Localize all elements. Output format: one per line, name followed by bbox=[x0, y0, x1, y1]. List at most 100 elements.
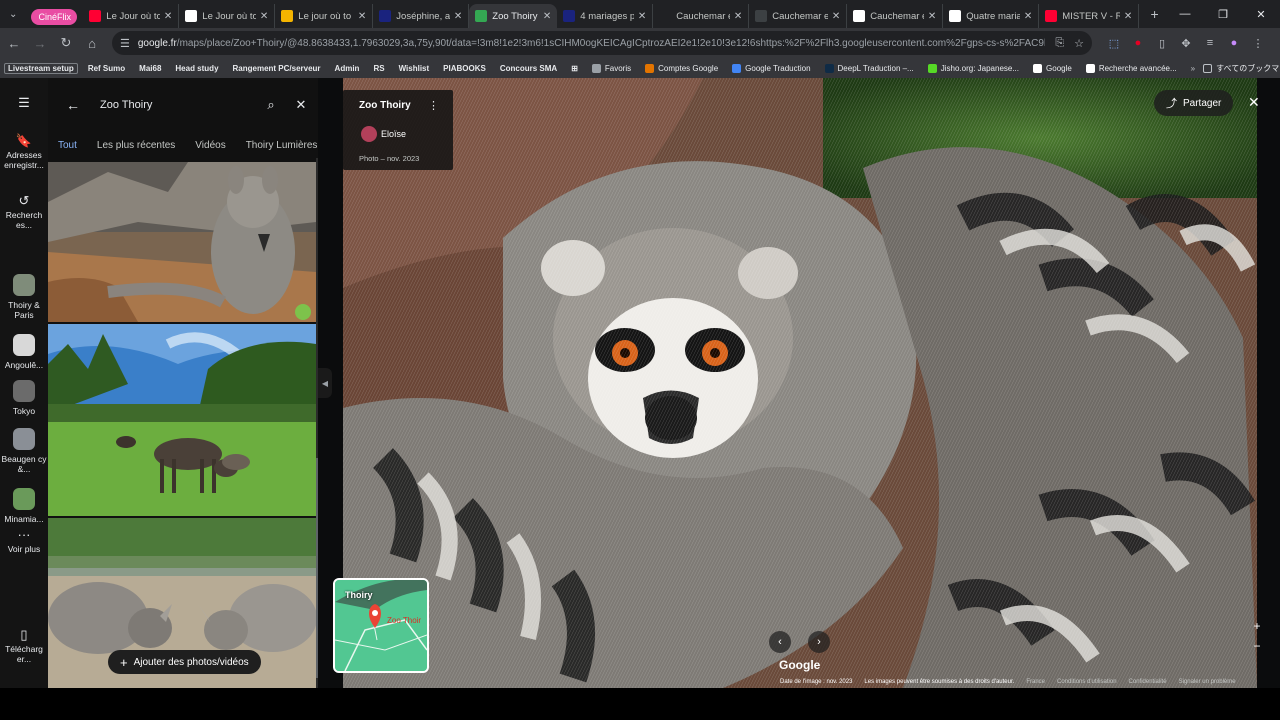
browser-tab[interactable]: 4 mariages po ✕ bbox=[557, 4, 654, 28]
install-app-icon[interactable]: ⎘ bbox=[1055, 37, 1064, 50]
close-tab-icon[interactable]: ✕ bbox=[638, 11, 646, 22]
rail-item[interactable]: Tokyo bbox=[0, 380, 48, 416]
bookmark-item[interactable]: Livestream setup bbox=[4, 62, 78, 74]
all-bookmarks-folder[interactable]: » すべてのブックマーク bbox=[1187, 62, 1280, 75]
close-tab-icon[interactable]: ✕ bbox=[1024, 11, 1032, 22]
bookmark-item[interactable]: Head study bbox=[171, 63, 222, 74]
browser-tab[interactable]: Zoo Thoiry - G ✕ bbox=[469, 4, 558, 28]
minimize-icon[interactable]: — bbox=[1166, 0, 1204, 28]
bookmark-item[interactable]: ⊞ bbox=[567, 63, 582, 74]
share-button[interactable]: ⤴ Partager bbox=[1154, 90, 1234, 116]
close-viewer-icon[interactable]: ✕ bbox=[1248, 94, 1260, 111]
profile-avatar[interactable]: ● bbox=[1222, 33, 1246, 53]
close-tab-icon[interactable]: ✕ bbox=[1124, 11, 1132, 22]
close-tab-icon[interactable]: ✕ bbox=[734, 11, 742, 22]
close-tab-icon[interactable]: ✕ bbox=[832, 11, 840, 22]
photo-tab[interactable]: Tout bbox=[48, 136, 87, 164]
rail-item[interactable]: ··· Voir plus bbox=[0, 528, 48, 554]
bookmark-item[interactable]: Google bbox=[1029, 63, 1076, 74]
pinterest-extension-icon[interactable]: ● bbox=[1126, 33, 1150, 53]
browser-tab[interactable]: Le jour où to ✕ bbox=[275, 4, 374, 28]
close-tab-icon[interactable]: ✕ bbox=[928, 11, 936, 22]
terms-link[interactable]: Conditions d'utilisation bbox=[1057, 679, 1117, 689]
browser-tab[interactable]: Le Jour où to ✕ bbox=[83, 4, 180, 28]
bookmark-item[interactable]: DeepL Traduction –... bbox=[821, 63, 918, 74]
back-arrow-icon[interactable]: ← bbox=[2, 31, 26, 55]
browser-tab[interactable]: Cauchemar e ✕ bbox=[653, 4, 750, 28]
search-query[interactable]: Zoo Thoiry bbox=[100, 99, 256, 111]
address-bar[interactable]: ☰ google.fr/maps/place/Zoo+Thoiry/@48.86… bbox=[112, 31, 1092, 55]
bookmark-item[interactable]: Concours SMA bbox=[496, 63, 561, 74]
author-name[interactable]: Eloïse bbox=[381, 129, 406, 139]
rail-item[interactable]: ↺ Recherch es... bbox=[0, 194, 48, 230]
bookmark-item[interactable]: Rangement PC/serveur bbox=[229, 63, 325, 74]
bookmark-item[interactable]: RS bbox=[369, 63, 388, 74]
tab-search-icon[interactable]: ⌄ bbox=[0, 0, 27, 28]
tab-list-icon[interactable]: ≡ bbox=[1198, 33, 1222, 53]
menu-button[interactable]: ☰ bbox=[0, 96, 48, 112]
close-tab-icon[interactable]: ✕ bbox=[260, 11, 268, 22]
photo-tab[interactable]: Thoiry Lumières bbox=[236, 136, 318, 162]
reload-icon[interactable]: ↻ bbox=[54, 31, 78, 55]
bookmark-item[interactable]: Ref Sumo bbox=[84, 63, 129, 74]
bookmark-item[interactable]: Favoris bbox=[588, 63, 635, 74]
next-photo-button[interactable]: › bbox=[808, 631, 830, 653]
minimap[interactable]: Thoiry Zoo Thoir bbox=[333, 578, 429, 673]
close-tab-icon[interactable]: ✕ bbox=[164, 11, 172, 22]
site-info-icon[interactable]: ☰ bbox=[120, 37, 130, 50]
photo-tab[interactable]: Les plus récentes bbox=[87, 136, 185, 162]
browser-tab[interactable]: Joséphine, an ✕ bbox=[373, 4, 470, 28]
author-avatar[interactable] bbox=[361, 126, 377, 142]
add-photos-button[interactable]: + Ajouter des photos/vidéos bbox=[108, 650, 261, 674]
photo-viewer[interactable] bbox=[343, 78, 1257, 688]
bookmark-item[interactable]: Google Traduction bbox=[728, 63, 814, 74]
bookmark-item[interactable]: Jisho.org: Japanese... bbox=[924, 63, 1023, 74]
clipboard-extension-icon[interactable]: ▯ bbox=[1150, 33, 1174, 53]
zoom-out-icon[interactable]: − bbox=[1248, 636, 1266, 656]
browser-tab[interactable]: Quatre maria ✕ bbox=[943, 4, 1040, 28]
close-tab-icon[interactable]: ✕ bbox=[454, 11, 462, 22]
browser-tab[interactable]: Cauchemar e ✕ bbox=[749, 4, 848, 28]
rail-item[interactable]: 🔖 Adresses enregistr... bbox=[0, 134, 48, 170]
more-options-icon[interactable]: ⋮ bbox=[428, 99, 439, 112]
close-window-icon[interactable]: ✕ bbox=[1242, 0, 1280, 28]
confidentiality-link[interactable]: Confidentialité bbox=[1129, 679, 1167, 689]
bookmark-item[interactable]: Admin bbox=[331, 63, 364, 74]
report-problem-link[interactable]: Signaler un problème bbox=[1179, 679, 1236, 689]
bookmark-item[interactable]: Comptes Google bbox=[641, 63, 722, 74]
photo-tab[interactable]: Vidéos bbox=[185, 136, 235, 162]
close-tab-icon[interactable]: ✕ bbox=[358, 11, 366, 22]
forward-arrow-icon[interactable]: → bbox=[28, 31, 52, 55]
collapse-panel-button[interactable]: ◀ bbox=[318, 368, 332, 398]
bookmark-item[interactable]: Mai68 bbox=[135, 63, 165, 74]
rail-item[interactable]: Minamia... bbox=[0, 488, 48, 524]
pinned-tab[interactable]: CinéFlix bbox=[30, 9, 78, 25]
search-icon[interactable]: ⌕ bbox=[256, 97, 286, 113]
rail-item[interactable]: Angoulê... bbox=[0, 334, 48, 370]
previous-photo-button[interactable]: ‹ bbox=[769, 631, 791, 653]
bookmark-item[interactable]: Recherche avancée... bbox=[1082, 63, 1181, 74]
new-tab-button[interactable]: + bbox=[1143, 6, 1166, 22]
country-link[interactable]: France bbox=[1026, 679, 1045, 689]
browser-tab[interactable]: MISTER V - R ✕ bbox=[1039, 4, 1140, 28]
bookmarks-overflow-icon[interactable]: » bbox=[1191, 64, 1195, 73]
home-icon[interactable]: ⌂ bbox=[80, 31, 104, 55]
photo-thumbnail-antelope[interactable] bbox=[48, 324, 316, 516]
place-title[interactable]: Zoo Thoiry bbox=[359, 100, 411, 111]
browser-menu-icon[interactable]: ⋮ bbox=[1246, 33, 1270, 53]
bookmark-item[interactable]: Wishlist bbox=[395, 63, 434, 74]
rail-item[interactable]: ▯ Télécharg er... bbox=[0, 628, 48, 664]
browser-tab[interactable]: Le Jour où to ✕ bbox=[179, 4, 276, 28]
close-tab-icon[interactable]: ✕ bbox=[543, 11, 551, 22]
rail-item[interactable]: Thoiry & Paris bbox=[0, 274, 48, 320]
back-arrow-icon[interactable]: ← bbox=[66, 97, 86, 113]
translate-extension-icon[interactable]: ⬚ bbox=[1102, 33, 1126, 53]
photo-thumbnail-wallaby[interactable] bbox=[48, 162, 316, 322]
rail-item[interactable]: Beaugen cy &... bbox=[0, 428, 48, 474]
extensions-puzzle-icon[interactable]: ✥ bbox=[1174, 33, 1198, 53]
restore-icon[interactable]: ❐ bbox=[1204, 0, 1242, 28]
browser-tab[interactable]: Cauchemar e ✕ bbox=[847, 4, 944, 28]
panel-scrollbar[interactable] bbox=[316, 158, 318, 688]
bookmark-star-icon[interactable]: ☆ bbox=[1074, 37, 1084, 50]
zoom-in-icon[interactable]: + bbox=[1248, 616, 1266, 636]
